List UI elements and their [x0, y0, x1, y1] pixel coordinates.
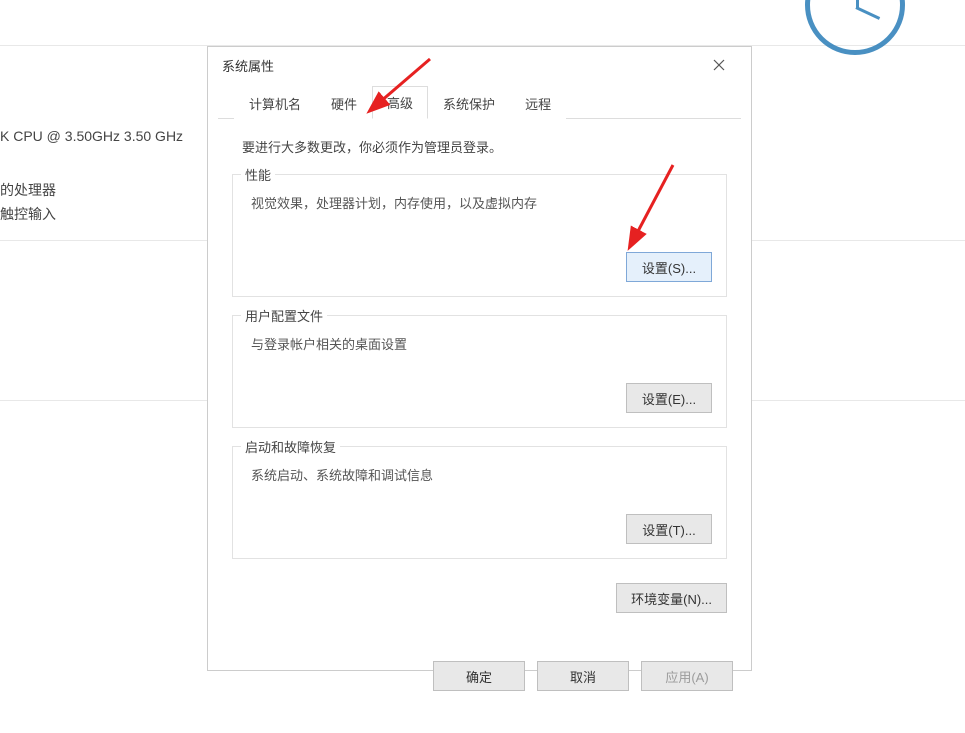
group-desc-performance: 视觉效果，处理器计划，内存使用，以及虚拟内存: [251, 193, 712, 212]
tab-remote[interactable]: 远程: [510, 87, 566, 119]
settings-profiles-button[interactable]: 设置(E)...: [626, 383, 712, 413]
group-startup-recovery: 启动和故障恢复 系统启动、系统故障和调试信息 设置(T)...: [232, 446, 727, 559]
tab-strip: 计算机名 硬件 高级 系统保护 远程: [218, 91, 741, 119]
settings-startup-button[interactable]: 设置(T)...: [626, 514, 712, 544]
group-title-startup: 启动和故障恢复: [241, 437, 340, 456]
tab-advanced[interactable]: 高级: [372, 86, 428, 119]
apply-button[interactable]: 应用(A): [641, 661, 733, 691]
tab-computer-name[interactable]: 计算机名: [234, 87, 316, 119]
group-title-profiles: 用户配置文件: [241, 306, 327, 325]
dialog-title: 系统属性: [222, 56, 274, 75]
touch-text: 触控输入: [0, 204, 56, 224]
ok-button[interactable]: 确定: [433, 661, 525, 691]
group-desc-profiles: 与登录帐户相关的桌面设置: [251, 334, 712, 353]
dialog-button-row: 确定 取消 应用(A): [208, 661, 751, 691]
titlebar: 系统属性: [208, 47, 751, 83]
tab-hardware[interactable]: 硬件: [316, 87, 372, 119]
environment-variables-button[interactable]: 环境变量(N)...: [616, 583, 727, 613]
tab-system-protection[interactable]: 系统保护: [428, 87, 510, 119]
cpu-spec-text: K CPU @ 3.50GHz 3.50 GHz: [0, 128, 183, 144]
settings-performance-button[interactable]: 设置(S)...: [626, 252, 712, 282]
group-user-profiles: 用户配置文件 与登录帐户相关的桌面设置 设置(E)...: [232, 315, 727, 428]
group-desc-startup: 系统启动、系统故障和调试信息: [251, 465, 712, 484]
processor-text: 的处理器: [0, 180, 56, 200]
clock-icon: [805, 0, 905, 55]
cancel-button[interactable]: 取消: [537, 661, 629, 691]
system-properties-dialog: 系统属性 计算机名 硬件 高级 系统保护 远程 要进行大多数更改，你必须作为管理…: [207, 46, 752, 671]
close-icon: [713, 59, 725, 71]
env-row: 环境变量(N)...: [208, 583, 751, 613]
admin-note: 要进行大多数更改，你必须作为管理员登录。: [242, 137, 727, 156]
group-title-performance: 性能: [241, 165, 275, 184]
tab-content-advanced: 要进行大多数更改，你必须作为管理员登录。 性能 视觉效果，处理器计划，内存使用，…: [208, 119, 751, 589]
group-performance: 性能 视觉效果，处理器计划，内存使用，以及虚拟内存 设置(S)...: [232, 174, 727, 297]
close-button[interactable]: [699, 51, 739, 79]
